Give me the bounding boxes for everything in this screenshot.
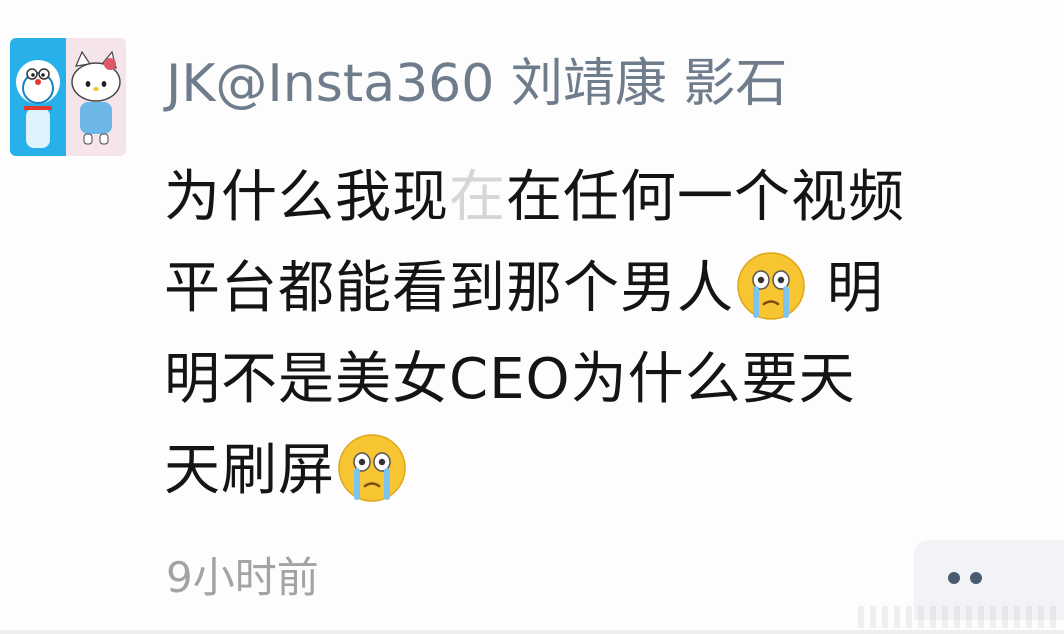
comment-line: 平台都能看到那个男人 明 — [164, 243, 1044, 334]
divider — [0, 630, 1064, 634]
comment-text: 为什么我现 — [164, 165, 449, 230]
username-link[interactable]: JK@Insta360 刘靖康 影石 — [166, 52, 787, 116]
watermark — [858, 606, 1058, 628]
comment-text: 明 — [808, 256, 884, 321]
comment-text: 在任何一个视频 — [506, 165, 905, 230]
comment-timestamp: 9小时前 — [166, 553, 319, 602]
comment-line: 天刷屏 — [164, 425, 1044, 516]
comment-text: 明不是美女CEO为什么要天 — [164, 347, 856, 412]
comment-text: 平台都能看到那个男人 — [164, 256, 734, 321]
more-dots-icon — [948, 572, 960, 584]
comment-text: 天刷屏 — [164, 438, 335, 503]
crying-face-emoji-icon — [335, 431, 409, 505]
comment-text-ghost: 在 — [449, 165, 506, 230]
comment-line: 明不是美女CEO为什么要天 — [164, 334, 1044, 425]
comment-line: 为什么我现在在任何一个视频 — [164, 152, 1044, 243]
hello-kitty-icon — [66, 38, 126, 156]
more-dots-icon — [970, 572, 982, 584]
avatar[interactable] — [10, 38, 126, 156]
comment-card: JK@Insta360 刘靖康 影石 为什么我现在在任何一个视频 平台都能看到那… — [0, 0, 1064, 634]
doraemon-icon — [10, 38, 66, 156]
crying-face-emoji-icon — [734, 249, 808, 323]
comment-body: 为什么我现在在任何一个视频 平台都能看到那个男人 明 明不是美女CEO为什么要天… — [164, 152, 1044, 516]
